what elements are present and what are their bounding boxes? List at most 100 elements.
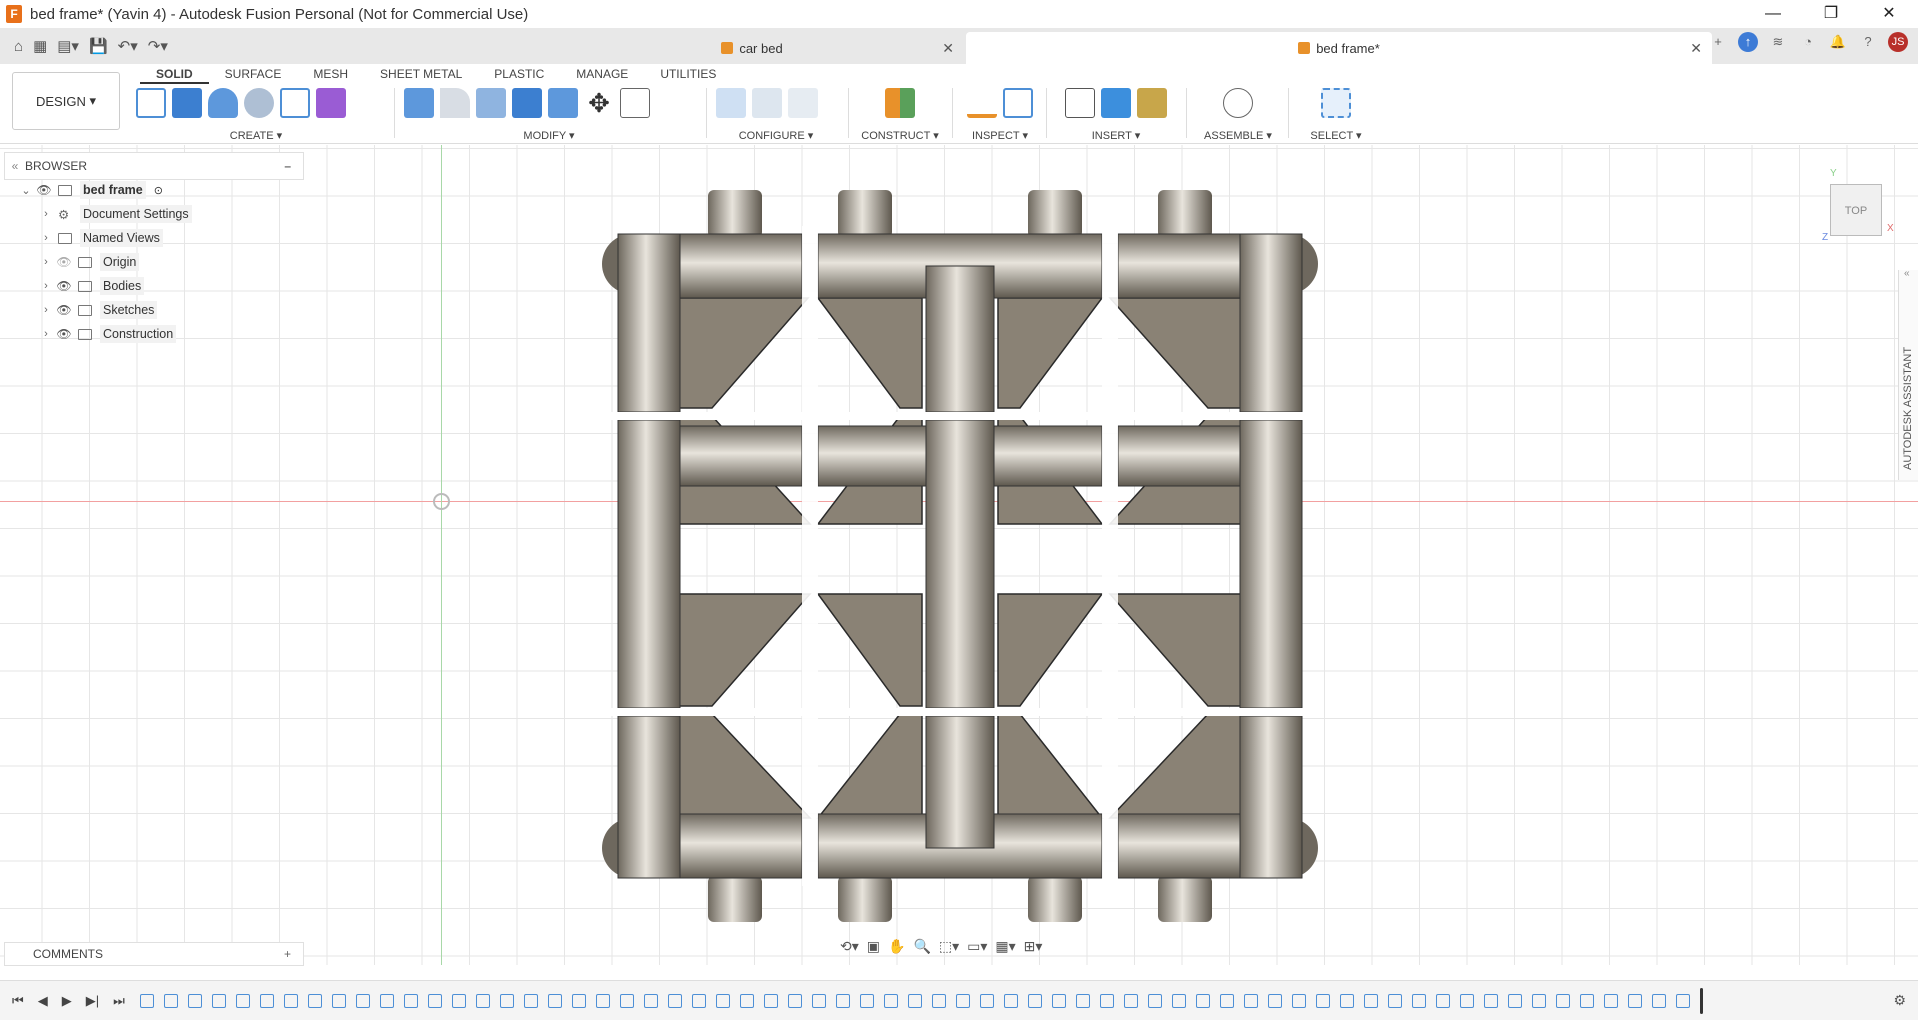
- timeline-feature[interactable]: [308, 993, 322, 1008]
- zoom-icon[interactable]: 🔍: [913, 938, 930, 955]
- comments-panel[interactable]: COMMENTS +: [4, 942, 304, 966]
- timeline-feature[interactable]: [1076, 993, 1090, 1008]
- timeline-feature[interactable]: [644, 993, 658, 1008]
- tab-manage[interactable]: MANAGE: [560, 64, 644, 84]
- timeline-marker[interactable]: [1700, 987, 1703, 1014]
- bed-frame-model[interactable]: [600, 186, 1320, 926]
- create-form-icon[interactable]: [316, 88, 346, 118]
- timeline-feature[interactable]: [596, 993, 610, 1008]
- orbit-icon[interactable]: ⟲▾: [840, 938, 859, 955]
- modify-menu[interactable]: MODIFY ▾: [404, 129, 694, 142]
- play-icon[interactable]: ▶: [62, 993, 72, 1009]
- timeline-feature[interactable]: [740, 993, 754, 1008]
- expand-icon[interactable]: «: [1904, 268, 1910, 279]
- timeline-feature[interactable]: [164, 993, 178, 1008]
- tab-utilities[interactable]: UTILITIES: [644, 64, 732, 84]
- tree-item-construction[interactable]: › 👁 Construction: [18, 322, 192, 346]
- pan-icon[interactable]: ✋: [888, 938, 905, 955]
- timeline-feature[interactable]: [1460, 993, 1474, 1008]
- restore-icon[interactable]: ❐: [1802, 0, 1860, 28]
- interference-icon[interactable]: [1003, 88, 1033, 118]
- timeline-feature[interactable]: [260, 993, 274, 1008]
- timeline-feature[interactable]: [980, 993, 994, 1008]
- go-to-end-icon[interactable]: ⏭: [113, 993, 125, 1009]
- extrude-icon[interactable]: [172, 88, 202, 118]
- zoom-window-icon[interactable]: ⬚▾: [939, 938, 959, 955]
- create-sketch-icon[interactable]: [136, 88, 166, 118]
- shell-icon[interactable]: [476, 88, 506, 118]
- tab-bed-frame[interactable]: bed frame* ✕: [966, 32, 1712, 64]
- tree-item-sketches[interactable]: › 👁 Sketches: [18, 298, 192, 322]
- timeline-feature[interactable]: [932, 993, 946, 1008]
- timeline-feature[interactable]: [1172, 993, 1186, 1008]
- help-icon[interactable]: ?: [1858, 32, 1878, 52]
- tab-plastic[interactable]: PLASTIC: [478, 64, 560, 84]
- activate-radio-icon[interactable]: ⊙: [154, 184, 163, 197]
- split-icon[interactable]: [548, 88, 578, 118]
- timeline-feature[interactable]: [1436, 993, 1450, 1008]
- collapse-icon[interactable]: «: [5, 159, 25, 173]
- timeline-feature[interactable]: [1124, 993, 1138, 1008]
- timeline-feature[interactable]: [1100, 993, 1114, 1008]
- eye-hidden-icon[interactable]: 👁: [54, 255, 74, 269]
- hole-icon[interactable]: [244, 88, 274, 118]
- timeline-feature[interactable]: [188, 993, 202, 1008]
- timeline-feature[interactable]: [1364, 993, 1378, 1008]
- table-config-icon[interactable]: [752, 88, 782, 118]
- fillet-icon[interactable]: [440, 88, 470, 118]
- timeline-feature[interactable]: [404, 993, 418, 1008]
- timeline-feature[interactable]: [356, 993, 370, 1008]
- move-icon[interactable]: ✥: [584, 88, 614, 118]
- timeline-feature[interactable]: [1508, 993, 1522, 1008]
- minimize-panel-icon[interactable]: –: [284, 159, 291, 173]
- display-settings-icon[interactable]: ▭▾: [967, 938, 987, 955]
- jobs-icon[interactable]: ≋: [1768, 32, 1788, 52]
- timeline-feature[interactable]: [380, 993, 394, 1008]
- add-comment-icon[interactable]: +: [284, 947, 291, 961]
- chevron-down-icon[interactable]: ⌄: [18, 184, 34, 197]
- timeline-feature[interactable]: [860, 993, 874, 1008]
- notifications-icon[interactable]: 🔔: [1828, 32, 1848, 52]
- autodesk-assistant-tab[interactable]: « AUTODESK ASSISTANT: [1898, 268, 1918, 480]
- browser-panel-header[interactable]: « BROWSER –: [4, 152, 304, 180]
- timeline-feature[interactable]: [1196, 993, 1210, 1008]
- configure-icon[interactable]: [716, 88, 746, 118]
- chevron-right-icon[interactable]: ›: [38, 304, 54, 316]
- timeline-feature[interactable]: [452, 993, 466, 1008]
- tab-mesh[interactable]: MESH: [297, 64, 364, 84]
- chevron-right-icon[interactable]: ›: [38, 208, 54, 220]
- timeline-feature[interactable]: [1652, 993, 1666, 1008]
- eye-icon[interactable]: 👁: [34, 183, 54, 197]
- tree-root[interactable]: ⌄ 👁 bed frame ⊙: [18, 178, 192, 202]
- viewcube[interactable]: TOP: [1830, 184, 1882, 236]
- timeline-feature[interactable]: [764, 993, 778, 1008]
- close-icon[interactable]: ✕: [1690, 40, 1702, 57]
- configure-menu[interactable]: CONFIGURE ▾: [716, 129, 836, 142]
- parameters-icon[interactable]: [620, 88, 650, 118]
- revolve-icon[interactable]: [208, 88, 238, 118]
- go-to-start-icon[interactable]: ⏮: [12, 993, 24, 1009]
- timeline-feature[interactable]: [140, 993, 154, 1008]
- timeline-feature[interactable]: [332, 993, 346, 1008]
- timeline-feature[interactable]: [1316, 993, 1330, 1008]
- construct-menu[interactable]: CONSTRUCT ▾: [858, 129, 942, 142]
- close-icon[interactable]: ✕: [942, 40, 954, 57]
- timeline-feature[interactable]: [956, 993, 970, 1008]
- timeline-feature[interactable]: [1028, 993, 1042, 1008]
- timeline-feature[interactable]: [1532, 993, 1546, 1008]
- insert-mesh-icon[interactable]: [1137, 88, 1167, 118]
- tree-item-named-views[interactable]: › Named Views: [18, 226, 192, 250]
- step-forward-icon[interactable]: ▶|: [86, 993, 99, 1009]
- tab-surface[interactable]: SURFACE: [209, 64, 298, 84]
- offset-plane-icon[interactable]: [885, 88, 915, 118]
- timeline-feature[interactable]: [1268, 993, 1282, 1008]
- chevron-right-icon[interactable]: ›: [38, 328, 54, 340]
- timeline-feature[interactable]: [1556, 993, 1570, 1008]
- timeline-feature[interactable]: [620, 993, 634, 1008]
- tree-item-origin[interactable]: › 👁 Origin: [18, 250, 192, 274]
- redo-icon[interactable]: ↷▾: [148, 37, 168, 55]
- timeline-feature[interactable]: [1388, 993, 1402, 1008]
- online-status-icon[interactable]: ↑: [1738, 32, 1758, 52]
- press-pull-icon[interactable]: [404, 88, 434, 118]
- look-at-icon[interactable]: ▣: [867, 938, 880, 955]
